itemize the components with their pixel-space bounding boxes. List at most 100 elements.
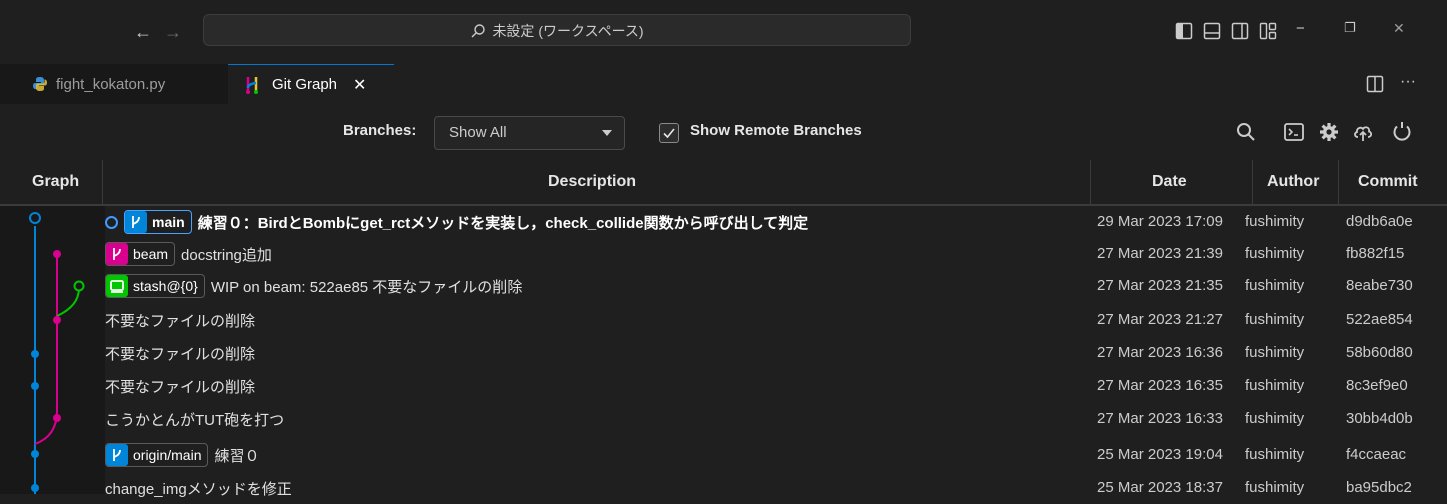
- forward-arrow-icon[interactable]: →: [164, 22, 182, 43]
- branch-label-main[interactable]: main: [124, 210, 192, 234]
- refresh-icon[interactable]: [1390, 120, 1414, 144]
- checkmark-icon: [663, 128, 675, 139]
- column-graph[interactable]: Graph: [32, 173, 79, 191]
- branch-label-origin-main[interactable]: origin/main: [105, 443, 209, 467]
- tab-fight-kokaton[interactable]: fight_kokaton.py: [0, 64, 228, 104]
- commit-description: stash@{0} WIP on beam: 522ae85 不要なファイルの削…: [105, 274, 522, 298]
- commit-message: こうかとんがTUT砲を打つ: [105, 411, 285, 429]
- commit-hash: fb882f15: [1346, 245, 1405, 262]
- column-author[interactable]: Author: [1267, 173, 1319, 191]
- column-commit[interactable]: Commit: [1358, 173, 1418, 191]
- commit-description: origin/main 練習０: [105, 443, 260, 467]
- commit-date: 25 Mar 2023 19:04: [1097, 446, 1223, 463]
- branches-label: Branches:: [343, 122, 417, 139]
- branch-name: beam: [133, 246, 169, 262]
- commit-hash: 8c3ef9e0: [1346, 377, 1408, 394]
- commit-row[interactable]: 不要なファイルの削除 27 Mar 2023 21:27 fushimity 5…: [0, 304, 1447, 336]
- commit-hash: f4ccaeac: [1346, 446, 1407, 463]
- commit-author: fushimity: [1245, 277, 1305, 294]
- commit-author: fushimity: [1245, 479, 1305, 496]
- column-date[interactable]: Date: [1152, 173, 1187, 191]
- branch-name: main: [152, 214, 185, 230]
- commit-author: fushimity: [1245, 311, 1305, 328]
- commit-author: fushimity: [1245, 344, 1305, 361]
- branch-icon: [106, 444, 128, 466]
- commit-row[interactable]: 不要なファイルの削除 27 Mar 2023 16:35 fushimity 8…: [0, 370, 1447, 402]
- commit-row[interactable]: change_imgメソッドを修正 25 Mar 2023 18:37 fush…: [0, 472, 1447, 504]
- commit-row[interactable]: stash@{0} WIP on beam: 522ae85 不要なファイルの削…: [0, 270, 1447, 302]
- python-icon: [33, 77, 47, 91]
- fetch-cloud-icon[interactable]: [1351, 120, 1375, 144]
- commit-table-header: Graph Description Date Author Commit: [0, 160, 1447, 206]
- commit-date: 27 Mar 2023 16:35: [1097, 377, 1223, 394]
- title-bar: ← → 未設定 (ワークスペース) − ❐ ✕: [0, 0, 1447, 64]
- commit-message: docstring追加: [181, 246, 272, 264]
- branch-label-beam[interactable]: beam: [105, 242, 176, 266]
- split-editor-icon[interactable]: [1366, 75, 1384, 93]
- command-center-search[interactable]: 未設定 (ワークスペース): [203, 14, 911, 46]
- close-tab-icon[interactable]: ✕: [353, 75, 366, 95]
- column-divider[interactable]: [1252, 160, 1253, 206]
- commit-date: 25 Mar 2023 18:37: [1097, 479, 1223, 496]
- commit-hash: 522ae854: [1346, 311, 1413, 328]
- commit-author: fushimity: [1245, 245, 1305, 262]
- back-arrow-icon[interactable]: ←: [134, 22, 152, 43]
- branch-icon: [106, 243, 128, 265]
- commit-date: 27 Mar 2023 16:36: [1097, 344, 1223, 361]
- git-graph-icon: [246, 76, 258, 94]
- toggle-primary-sidebar-icon[interactable]: [1175, 20, 1193, 42]
- commit-author: fushimity: [1245, 377, 1305, 394]
- commit-author: fushimity: [1245, 213, 1305, 230]
- commit-message: 不要なファイルの削除: [105, 312, 256, 330]
- commit-message: 練習０: [214, 447, 260, 465]
- more-actions-icon[interactable]: ···: [1400, 73, 1416, 91]
- commit-description: 不要なファイルの削除: [105, 308, 255, 332]
- commit-message: change_imgメソッドを修正: [105, 480, 292, 498]
- tab-label: Git Graph: [272, 76, 338, 93]
- stash-label[interactable]: stash@{0}: [105, 274, 205, 298]
- commit-description: 不要なファイルの削除: [105, 374, 255, 398]
- commit-hash: ba95dbc2: [1346, 479, 1412, 496]
- column-divider[interactable]: [1090, 160, 1091, 206]
- commit-hash: 8eabe730: [1346, 277, 1413, 294]
- customize-layout-icon[interactable]: [1259, 20, 1277, 42]
- toggle-secondary-sidebar-icon[interactable]: [1231, 20, 1249, 42]
- commit-row[interactable]: origin/main 練習０ 25 Mar 2023 19:04 fushim…: [0, 439, 1447, 471]
- commit-date: 27 Mar 2023 16:33: [1097, 410, 1223, 427]
- workspace-title: 未設定 (ワークスペース): [492, 23, 644, 39]
- commit-date: 27 Mar 2023 21:35: [1097, 277, 1223, 294]
- commit-row[interactable]: こうかとんがTUT砲を打つ 27 Mar 2023 16:33 fushimit…: [0, 403, 1447, 435]
- find-icon[interactable]: [1234, 120, 1258, 144]
- branches-dropdown-value: Show All: [449, 124, 507, 141]
- commit-hash: 30bb4d0b: [1346, 410, 1413, 427]
- head-indicator-icon: [105, 215, 118, 229]
- commit-author: fushimity: [1245, 446, 1305, 463]
- show-remote-branches-label: Show Remote Branches: [690, 122, 862, 139]
- commit-message: 不要なファイルの削除: [105, 345, 256, 363]
- stash-name: stash@{0}: [133, 278, 198, 294]
- close-window-icon[interactable]: ✕: [1393, 20, 1405, 37]
- restore-icon[interactable]: ❐: [1344, 20, 1356, 36]
- commit-date: 29 Mar 2023 17:09: [1097, 213, 1223, 230]
- minimize-icon[interactable]: −: [1296, 20, 1305, 37]
- commit-date: 27 Mar 2023 21:27: [1097, 311, 1223, 328]
- terminal-icon[interactable]: [1282, 120, 1306, 144]
- commit-hash: d9db6a0e: [1346, 213, 1413, 230]
- commit-row[interactable]: main 練習０：BirdとBombにget_rctメソッドを実装し，check…: [0, 206, 1447, 238]
- show-remote-branches-checkbox[interactable]: [659, 123, 679, 143]
- branches-dropdown[interactable]: Show All: [434, 116, 625, 150]
- editor-tab-bar: fight_kokaton.py Git Graph ✕ ···: [0, 64, 1447, 105]
- commit-description: beam docstring追加: [105, 242, 272, 266]
- gear-icon[interactable]: [1317, 120, 1341, 144]
- tab-git-graph[interactable]: Git Graph ✕: [228, 64, 394, 104]
- commit-row[interactable]: 不要なファイルの削除 27 Mar 2023 16:36 fushimity 5…: [0, 337, 1447, 369]
- column-divider[interactable]: [1338, 160, 1339, 206]
- column-description[interactable]: Description: [548, 173, 636, 191]
- commit-hash: 58b60d80: [1346, 344, 1413, 361]
- commit-description: change_imgメソッドを修正: [105, 476, 292, 500]
- branch-icon: [125, 211, 147, 233]
- toggle-panel-icon[interactable]: [1203, 20, 1221, 42]
- branch-name: origin/main: [133, 447, 202, 463]
- commit-row[interactable]: beam docstring追加 27 Mar 2023 21:39 fushi…: [0, 238, 1447, 270]
- column-divider[interactable]: [102, 160, 103, 206]
